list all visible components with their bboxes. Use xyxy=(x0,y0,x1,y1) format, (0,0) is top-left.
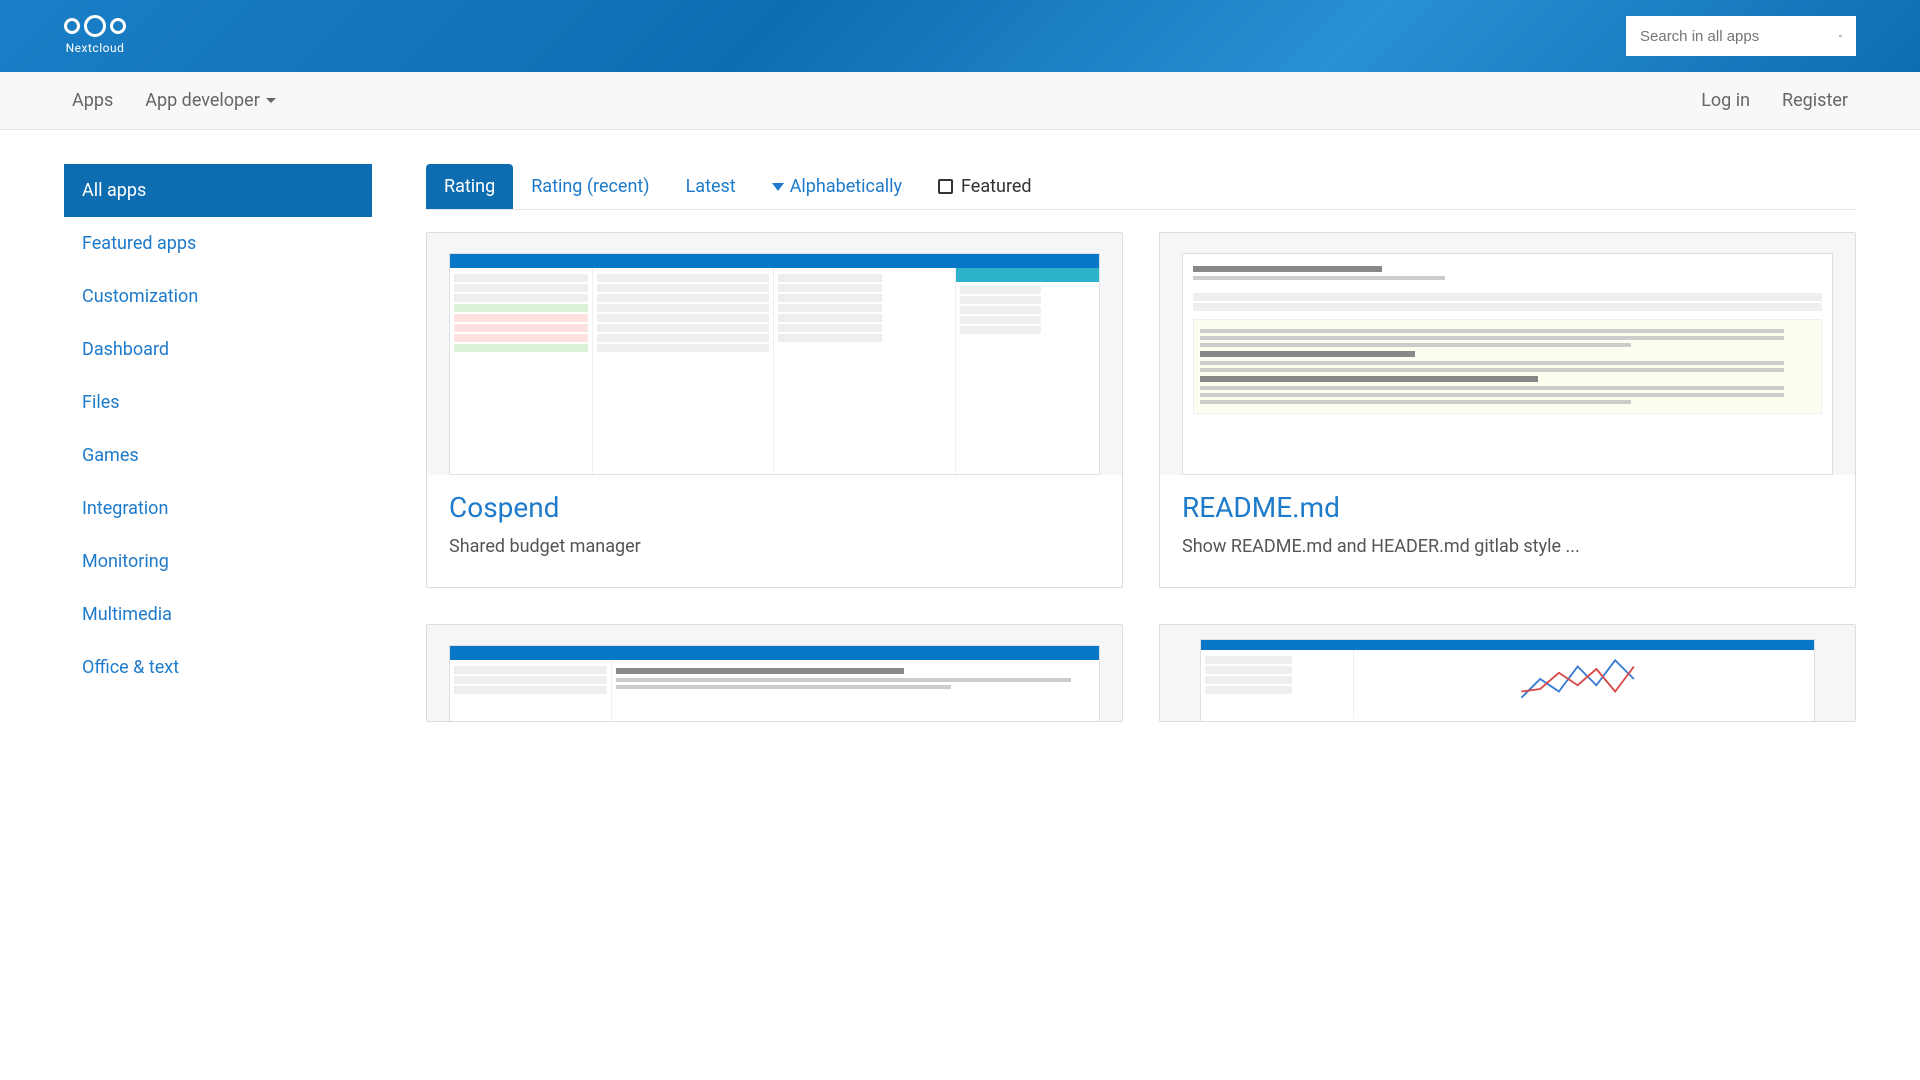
tab-rating[interactable]: Rating xyxy=(426,164,513,209)
sidebar-item-office-text[interactable]: Office & text xyxy=(64,641,372,694)
app-card-readme[interactable]: README.md Show README.md and HEADER.md g… xyxy=(1159,232,1856,588)
app-description: Shared budget manager xyxy=(449,536,1100,557)
app-title: Cospend xyxy=(449,491,1100,524)
app-screenshot xyxy=(427,625,1122,722)
featured-toggle-label: Featured xyxy=(961,176,1032,197)
sort-tabs: Rating Rating (recent) Latest Alphabetic… xyxy=(426,164,1856,210)
app-description: Show README.md and HEADER.md gitlab styl… xyxy=(1182,536,1833,557)
logo-text: Nextcloud xyxy=(66,41,125,55)
nav-right: Log in Register xyxy=(1701,90,1848,111)
site-header: Nextcloud xyxy=(0,0,1920,72)
app-card-cospend[interactable]: Cospend Shared budget manager xyxy=(426,232,1123,588)
app-card-partial-chart[interactable] xyxy=(1159,624,1856,722)
content: Rating Rating (recent) Latest Alphabetic… xyxy=(426,164,1856,722)
nav-left: Apps App developer xyxy=(72,90,276,111)
sidebar-item-dashboard[interactable]: Dashboard xyxy=(64,323,372,376)
app-card-body: README.md Show README.md and HEADER.md g… xyxy=(1160,475,1855,587)
main: All apps Featured apps Customization Das… xyxy=(0,130,1920,722)
search-icon[interactable] xyxy=(1839,27,1842,45)
checkbox-icon xyxy=(938,179,953,194)
app-title: README.md xyxy=(1182,491,1833,524)
nav-apps[interactable]: Apps xyxy=(72,90,113,111)
logo[interactable]: Nextcloud xyxy=(64,18,126,55)
nav-login[interactable]: Log in xyxy=(1701,90,1750,111)
sidebar: All apps Featured apps Customization Das… xyxy=(64,164,372,722)
app-screenshot xyxy=(1160,625,1855,722)
app-grid: Cospend Shared budget manager xyxy=(426,232,1856,722)
caret-down-icon xyxy=(266,98,276,103)
tab-alphabetically[interactable]: Alphabetically xyxy=(754,164,920,209)
app-screenshot xyxy=(427,233,1122,475)
featured-toggle[interactable]: Featured xyxy=(938,176,1032,197)
tab-latest[interactable]: Latest xyxy=(668,164,754,209)
tab-rating-recent[interactable]: Rating (recent) xyxy=(513,164,667,209)
nav-app-developer-label: App developer xyxy=(145,90,260,111)
sidebar-item-files[interactable]: Files xyxy=(64,376,372,429)
search-input[interactable] xyxy=(1640,28,1839,45)
sidebar-item-integration[interactable]: Integration xyxy=(64,482,372,535)
nextcloud-icon xyxy=(64,18,126,37)
search-box[interactable] xyxy=(1626,16,1856,56)
nav-app-developer[interactable]: App developer xyxy=(145,90,276,111)
sidebar-item-multimedia[interactable]: Multimedia xyxy=(64,588,372,641)
sidebar-item-monitoring[interactable]: Monitoring xyxy=(64,535,372,588)
app-card-body: Cospend Shared budget manager xyxy=(427,475,1122,587)
nav-register[interactable]: Register xyxy=(1782,90,1848,111)
app-card-partial-forms[interactable] xyxy=(426,624,1123,722)
sidebar-item-games[interactable]: Games xyxy=(64,429,372,482)
caret-down-icon xyxy=(772,183,784,191)
tab-alphabetically-label: Alphabetically xyxy=(790,176,902,197)
navbar: Apps App developer Log in Register xyxy=(0,72,1920,130)
sidebar-item-all-apps[interactable]: All apps xyxy=(64,164,372,217)
sidebar-item-featured-apps[interactable]: Featured apps xyxy=(64,217,372,270)
app-screenshot xyxy=(1160,233,1855,475)
sidebar-item-customization[interactable]: Customization xyxy=(64,270,372,323)
